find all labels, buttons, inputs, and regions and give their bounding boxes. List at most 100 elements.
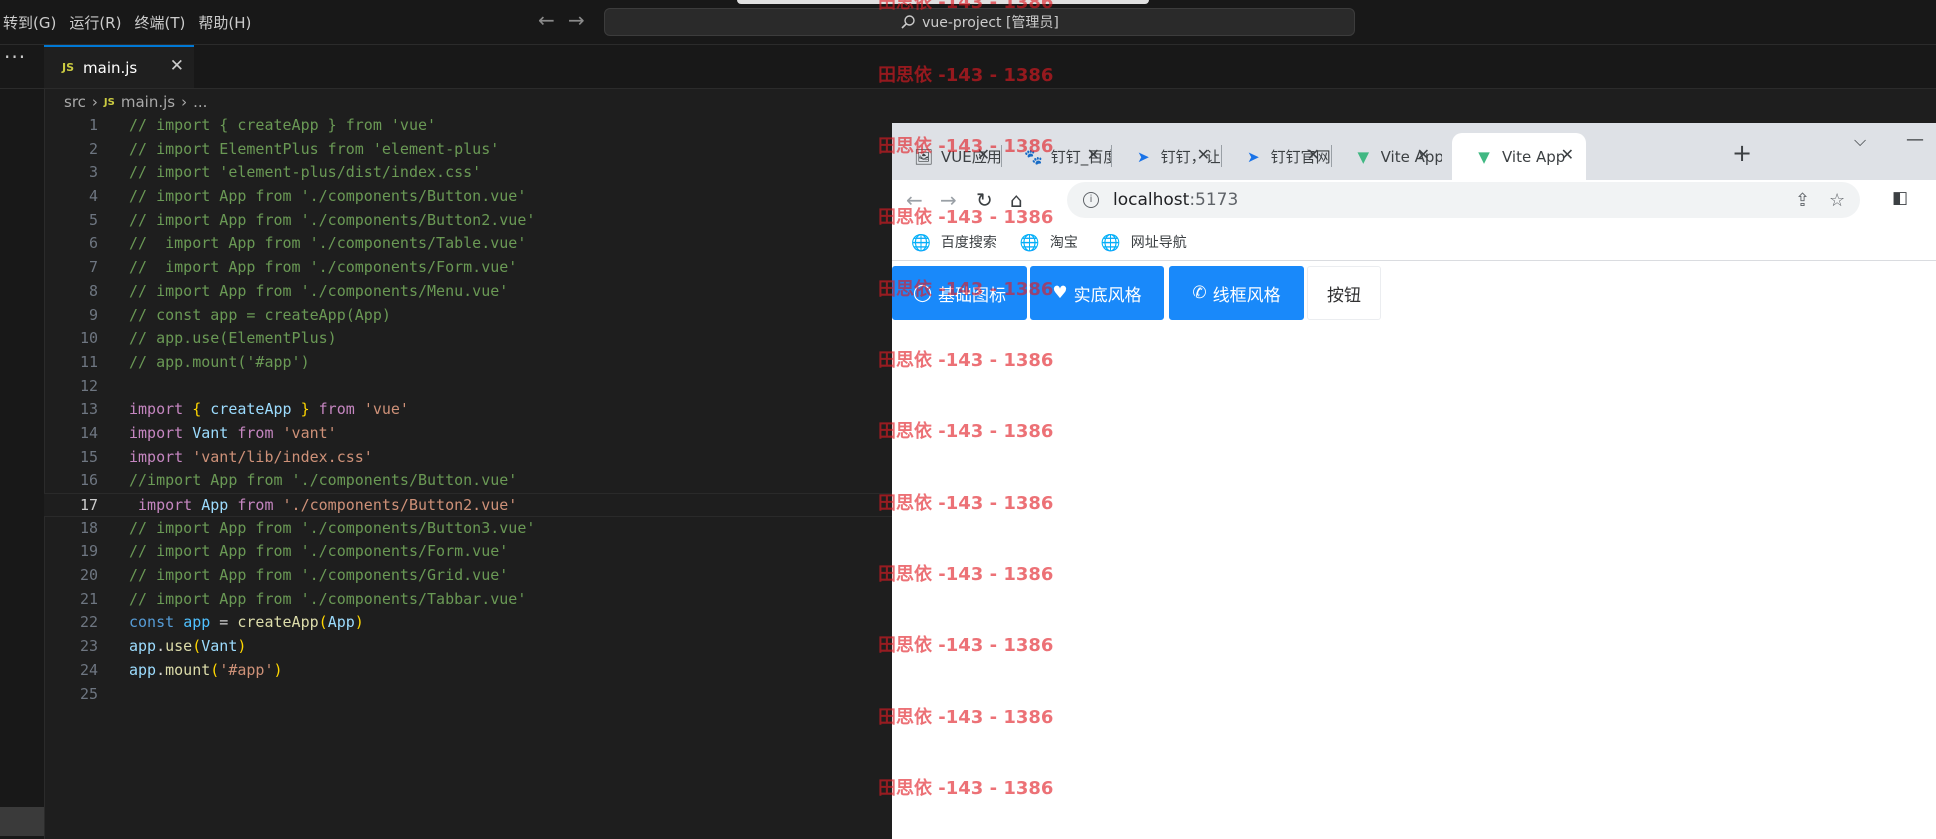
bookmark-item[interactable]: 🌐 网址导航 (1101, 232, 1187, 252)
code-token: App (327, 613, 355, 632)
code-line[interactable]: 5 // import App from './components/Button… (44, 209, 892, 233)
line-number: 22 (79, 613, 98, 632)
close-tab-icon[interactable]: ✕ (1561, 145, 1574, 164)
code-text: // app.mount('#app') (129, 351, 310, 375)
tab-search-chevron-icon[interactable]: ⌵ (1854, 131, 1866, 151)
code-line[interactable]: 3 // import 'element-plus/dist/index.css' (44, 161, 892, 185)
code-line[interactable]: 24 app.mount('#app') (44, 659, 892, 683)
line-number: 2 (88, 139, 98, 158)
close-tab-icon[interactable]: ✕ (977, 145, 990, 164)
code-line[interactable]: 17 import App from './components/Button2… (44, 493, 892, 517)
browser-tab[interactable]: ▼ Vite App ✕ (1332, 133, 1442, 180)
minimize-icon[interactable]: — (1906, 129, 1924, 150)
code-line[interactable]: 13 import { createApp } from 'vue' (44, 398, 892, 422)
activity-bar-selected-item[interactable] (0, 807, 44, 836)
line-number: 11 (79, 352, 98, 371)
code-line[interactable]: 21 // import App from './components/Tabba… (44, 588, 892, 612)
share-icon[interactable]: ⇪ (1795, 190, 1810, 211)
tab-favicon-icon: ▼ (1478, 147, 1490, 166)
code-token: 'vue' (363, 400, 409, 419)
breadcrumb-file[interactable]: main.js (121, 93, 175, 111)
code-editor[interactable]: 1 // import { createApp } from 'vue' 2 // i… (44, 114, 892, 706)
code-text: import 'vant/lib/index.css' (129, 446, 373, 470)
phone-icon: ✆ (1192, 283, 1207, 303)
url-host: localhost (1113, 190, 1190, 210)
close-tab-icon[interactable]: ✕ (1417, 145, 1430, 164)
close-tab-icon[interactable]: ✕ (1087, 145, 1100, 164)
more-actions-icon[interactable]: ··· (4, 45, 26, 69)
new-tab-plus-icon[interactable]: + (1732, 139, 1752, 167)
vant-button[interactable]: ♥ 实底风格 (1030, 266, 1164, 320)
code-text: // import 'element-plus/dist/index.css' (129, 161, 481, 185)
code-line[interactable]: 20 // import App from './components/Grid.… (44, 564, 892, 588)
command-center-label: vue-project [管理员] (922, 15, 1059, 31)
js-file-icon: JS (62, 61, 75, 74)
breadcrumb-folder[interactable]: src (64, 93, 86, 111)
code-line[interactable]: 25 (44, 683, 892, 707)
code-line[interactable]: 8 // import App from './components/Menu.v… (44, 280, 892, 304)
menu-help[interactable]: 帮助(H) (195, 12, 261, 33)
line-number: 14 (79, 423, 98, 442)
code-line[interactable]: 7 // import App from './components/Form.v… (44, 256, 892, 280)
home-icon[interactable]: ⌂ (1010, 188, 1023, 212)
bookmark-star-icon[interactable]: ☆ (1829, 190, 1845, 211)
menu-terminal[interactable]: 终端(T) (131, 12, 195, 33)
code-token: ( (210, 660, 220, 679)
breadcrumb-symbol[interactable]: ... (193, 93, 207, 111)
close-tab-icon[interactable]: ✕ (1197, 145, 1210, 164)
code-token: // app.mount('#app') (129, 352, 310, 371)
browser-tab[interactable]: ➤ 钉钉官网 ✕ (1222, 133, 1332, 180)
code-line[interactable]: 9 // const app = createApp(App) (44, 304, 892, 328)
browser-tab[interactable]: 🖼 VUE应用 ✕ (892, 133, 1002, 180)
code-line[interactable]: 15 import 'vant/lib/index.css' (44, 446, 892, 470)
bookmark-label: 网址导航 (1130, 235, 1187, 251)
code-line[interactable]: 10 // app.use(ElementPlus) (44, 327, 892, 351)
side-panel-icon[interactable]: ◧ (1892, 188, 1908, 208)
code-line[interactable]: 12 (44, 375, 892, 399)
code-line[interactable]: 6 // import App from './components/Table.… (44, 232, 892, 256)
back-arrow-icon[interactable]: ← (538, 8, 555, 32)
address-bar[interactable]: i localhost:5173 ⇪ ☆ (1067, 182, 1860, 218)
command-center[interactable]: vue-project [管理员] (604, 8, 1355, 36)
bookmark-item[interactable]: 🌐 百度搜索 (911, 232, 997, 252)
browser-tab[interactable]: 🐾 钉钉_百度 ✕ (1002, 133, 1112, 180)
close-icon[interactable]: ✕ (170, 56, 184, 76)
code-line[interactable]: 22 const app = createApp(App) (44, 611, 892, 635)
code-text: import Vant from 'vant' (129, 422, 337, 446)
code-line[interactable]: 4 // import App from './components/Button… (44, 185, 892, 209)
code-line[interactable]: 2 // import ElementPlus from 'element-plu… (44, 138, 892, 162)
code-token: ( (192, 637, 202, 656)
forward-arrow-icon[interactable]: → (568, 8, 585, 32)
code-text: // const app = createApp(App) (129, 304, 391, 328)
browser-tab[interactable]: ➤ 钉钉，让 ✕ (1112, 133, 1222, 180)
code-token: './components/Button2.vue' (282, 496, 518, 514)
browser-tab[interactable]: ▼ Vite App ✕ (1452, 133, 1586, 180)
code-line[interactable]: 1 // import { createApp } from 'vue' (44, 114, 892, 138)
forward-icon[interactable]: → (940, 188, 957, 212)
code-text: const app = createApp(App) (129, 611, 364, 635)
site-info-icon[interactable]: i (1083, 192, 1099, 208)
code-line[interactable]: 23 app.use(Vant) (44, 635, 892, 659)
code-line[interactable]: 14 import Vant from 'vant' (44, 422, 892, 446)
button-label: 线框风格 (1212, 285, 1281, 306)
back-icon[interactable]: ← (906, 188, 923, 212)
menu-go[interactable]: 转到(G) (0, 12, 66, 33)
vant-button[interactable]: ✆ 线框风格 (1169, 266, 1304, 320)
tab-main-js[interactable]: JS main.js ✕ (44, 45, 194, 88)
menu-run[interactable]: 运行(R) (66, 12, 131, 33)
vant-button[interactable]: ◯ 基础图标 (892, 266, 1027, 320)
code-line[interactable]: 19 // import App from './components/Form.… (44, 540, 892, 564)
code-line[interactable]: 16 //import App from './components/Button… (44, 469, 892, 493)
code-token: // import 'element-plus/dist/index.css' (129, 163, 482, 182)
code-line[interactable]: 18 // import App from './components/Butto… (44, 517, 892, 541)
vant-button[interactable]: 按钮 (1307, 266, 1381, 320)
reload-icon[interactable]: ↻ (976, 188, 993, 212)
code-token: // import App from './components/Grid.vu… (129, 566, 509, 585)
close-tab-icon[interactable]: ✕ (1307, 145, 1320, 164)
code-text: // import App from './components/Tabbar.… (129, 588, 526, 612)
line-number: 1 (88, 116, 98, 134)
bookmark-item[interactable]: 🌐 淘宝 (1020, 232, 1078, 252)
code-line[interactable]: 11 // app.mount('#app') (44, 351, 892, 375)
